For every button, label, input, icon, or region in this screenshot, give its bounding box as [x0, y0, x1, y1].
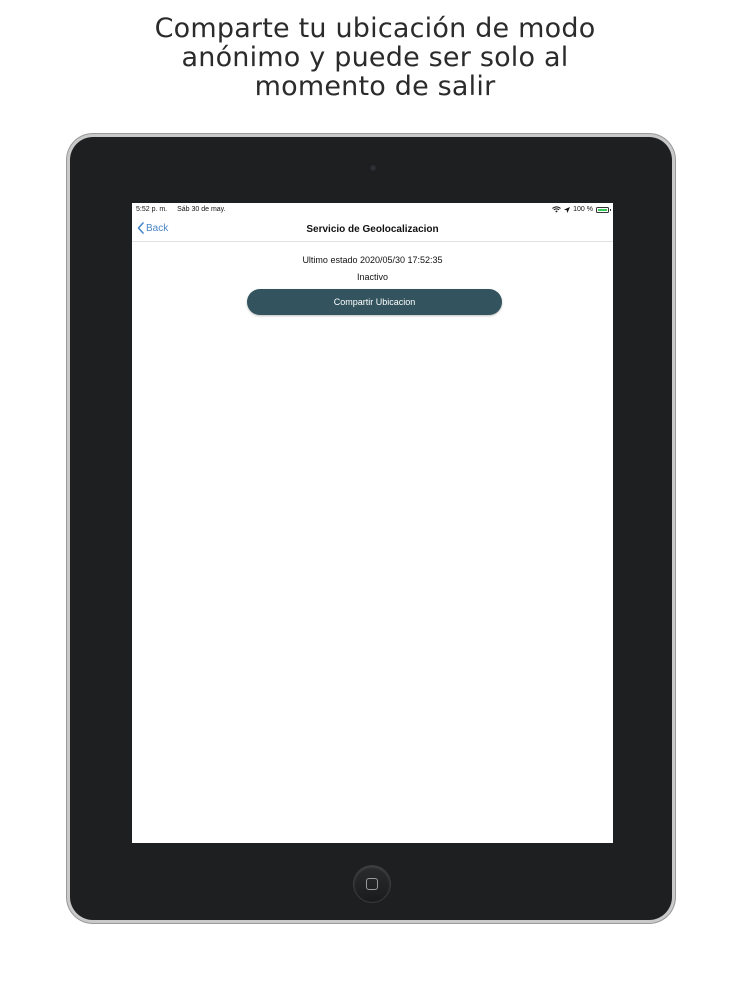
headline-line-2: anónimo y puede ser solo al — [181, 42, 569, 73]
promo-headline: Comparte tu ubicación de modo anónimo y … — [0, 14, 750, 101]
wifi-icon — [552, 206, 561, 213]
navigation-bar: Back Servicio de Geolocalizacion — [132, 217, 613, 242]
status-date: Sáb 30 de may. — [177, 206, 226, 213]
last-state-text: Ultimo estado 2020/05/30 17:52:35 — [302, 255, 443, 265]
status-time: 5:52 p. m. — [136, 206, 168, 213]
home-button[interactable] — [354, 866, 390, 902]
page-title: Servicio de Geolocalizacion — [306, 224, 439, 235]
battery-icon — [596, 206, 611, 213]
ipad-frame: 5:52 p. m. Sáb 30 de may. 100 % Back Ser… — [67, 134, 675, 923]
home-square-icon — [366, 878, 378, 890]
ipad-bezel: 5:52 p. m. Sáb 30 de may. 100 % Back Ser… — [70, 137, 672, 920]
headline-line-3: momento de salir — [254, 71, 496, 102]
page: Comparte tu ubicación de modo anónimo y … — [0, 0, 750, 1000]
state-text: Inactivo — [356, 272, 389, 282]
share-location-button[interactable]: Compartir Ubicacion — [247, 289, 502, 315]
location-arrow-icon — [564, 206, 571, 213]
battery-percent: 100 % — [573, 206, 593, 213]
status-bar: 5:52 p. m. Sáb 30 de may. 100 % — [132, 203, 613, 217]
headline-line-1: Comparte tu ubicación de modo — [154, 13, 596, 44]
front-camera — [369, 164, 377, 172]
app-screen: 5:52 p. m. Sáb 30 de may. 100 % Back Ser… — [132, 203, 613, 843]
